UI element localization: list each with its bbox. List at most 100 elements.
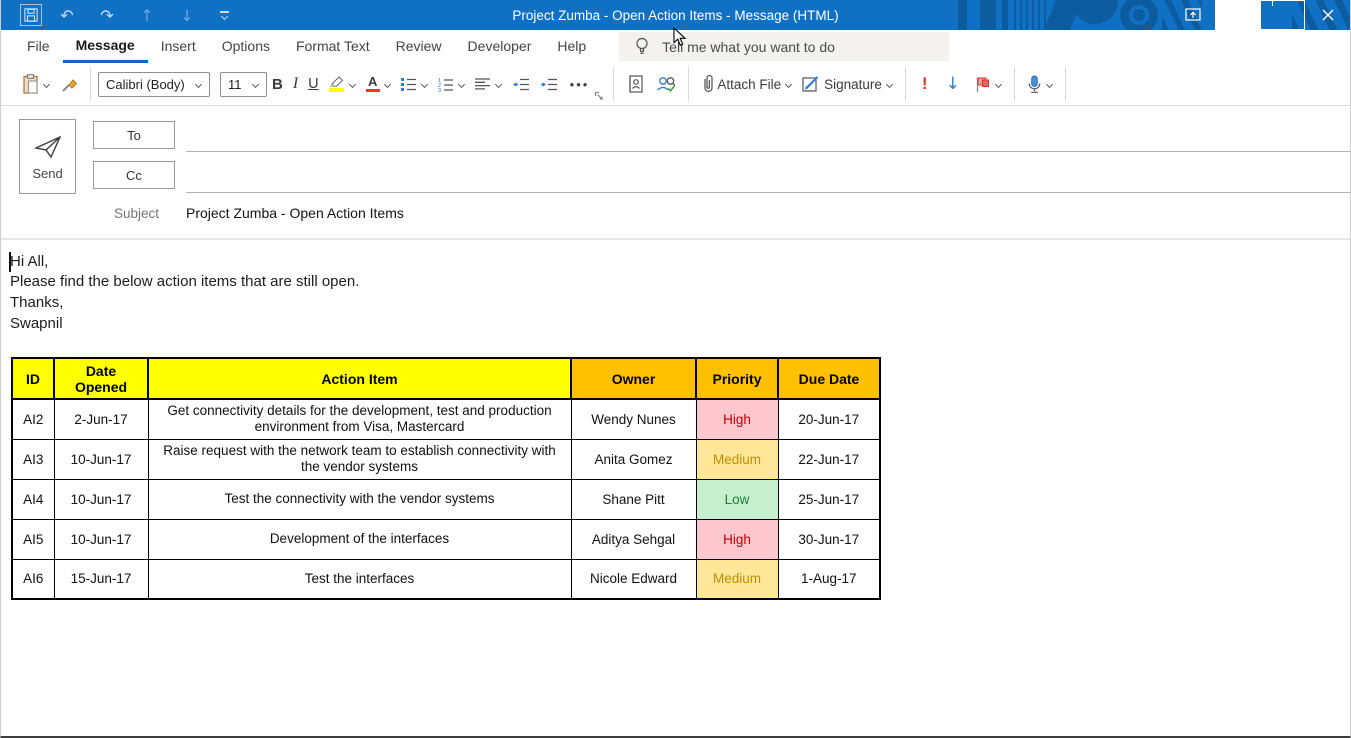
cell-priority: High — [696, 519, 778, 559]
tab-review[interactable]: Review — [383, 30, 455, 63]
tab-message[interactable]: Message — [63, 30, 148, 63]
body-signature: Swapnil — [10, 315, 63, 332]
font-name-select[interactable]: Calibri (Body) — [98, 72, 210, 97]
send-button[interactable]: Send — [19, 119, 76, 194]
tab-help[interactable]: Help — [544, 30, 599, 63]
table-row: AI3 10-Jun-17 Raise request with the net… — [12, 439, 880, 479]
cell-id: AI4 — [12, 479, 54, 519]
undo-icon[interactable]: ↶ — [47, 0, 87, 30]
cell-owner: Anita Gomez — [571, 439, 696, 479]
svg-text:3: 3 — [438, 88, 441, 92]
flag-icon — [974, 76, 991, 93]
underline-button[interactable]: U — [303, 68, 323, 100]
cell-date-opened: 10-Jun-17 — [54, 479, 148, 519]
tab-developer[interactable]: Developer — [455, 30, 545, 63]
paste-button[interactable] — [17, 68, 55, 100]
cell-due-date: 25-Jun-17 — [778, 479, 880, 519]
increase-indent-button[interactable] — [535, 68, 563, 100]
minimize-icon[interactable] — [1215, 0, 1260, 30]
header-owner: Owner — [571, 358, 696, 399]
cell-date-opened: 2-Jun-17 — [54, 399, 148, 439]
ribbon-display-options-icon[interactable] — [1170, 0, 1215, 30]
compose-header: Send To Cc Subject Project Zumba - Open … — [1, 106, 1350, 240]
highlighter-icon — [329, 76, 345, 87]
follow-up-flag-button[interactable] — [969, 68, 1007, 100]
bullet-list-icon — [401, 77, 417, 91]
signature-button[interactable]: Signature — [797, 68, 898, 100]
cell-owner: Shane Pitt — [571, 479, 696, 519]
lightbulb-icon — [635, 37, 649, 56]
address-book-icon — [626, 75, 645, 93]
cell-id: AI2 — [12, 399, 54, 439]
increase-indent-icon — [540, 78, 558, 91]
bold-button[interactable]: B — [267, 68, 288, 100]
header-date-opened: Date Opened — [54, 358, 148, 399]
close-icon[interactable] — [1305, 0, 1350, 30]
save-icon[interactable] — [15, 0, 47, 30]
cell-date-opened: 10-Jun-17 — [54, 439, 148, 479]
cell-action-item: Test the interfaces — [148, 559, 571, 599]
to-field[interactable] — [186, 123, 1350, 152]
to-button[interactable]: To — [93, 121, 175, 149]
tab-options[interactable]: Options — [209, 30, 283, 63]
table-row: AI5 10-Jun-17 Development of the interfa… — [12, 519, 880, 559]
cell-id: AI3 — [12, 439, 54, 479]
numbering-button[interactable]: 123 — [433, 68, 470, 100]
tab-insert[interactable]: Insert — [148, 30, 209, 63]
titlebar: ↶ ↷ ↑ ↓ Project Zumba - Open Action Item… — [1, 0, 1350, 30]
dialog-launcher-icon[interactable] — [594, 91, 604, 101]
table-header-row: ID Date Opened Action Item Owner Priorit… — [12, 358, 880, 399]
decrease-indent-icon — [512, 78, 530, 91]
address-book-button[interactable] — [621, 68, 650, 100]
body-closing: Thanks, Swapnil — [10, 292, 1350, 334]
text-caret — [9, 252, 11, 272]
message-body-editor[interactable]: Hi All, Please find the below action ite… — [1, 240, 1350, 738]
text-highlight-button[interactable] — [324, 68, 361, 100]
align-button[interactable] — [470, 68, 507, 100]
cell-action-item: Development of the interfaces — [148, 519, 571, 559]
header-id: ID — [12, 358, 54, 399]
tab-file[interactable]: File — [14, 30, 63, 63]
cell-priority: Low — [696, 479, 778, 519]
move-down-icon[interactable]: ↓ — [167, 0, 207, 30]
cell-priority: High — [696, 399, 778, 439]
customize-quick-access-icon[interactable] — [207, 0, 241, 30]
dictate-button[interactable] — [1022, 68, 1058, 100]
tab-format-text[interactable]: Format Text — [283, 30, 383, 63]
font-size-select[interactable]: 11 — [220, 72, 267, 97]
subject-label: Subject — [114, 206, 159, 221]
restore-icon[interactable] — [1260, 0, 1305, 30]
body-greeting: Hi All, — [10, 252, 1350, 272]
subject-field[interactable]: Project Zumba - Open Action Items — [186, 205, 404, 221]
italic-button[interactable]: I — [288, 68, 303, 100]
cell-due-date: 22-Jun-17 — [778, 439, 880, 479]
align-left-icon — [475, 78, 491, 90]
bullets-button[interactable] — [396, 68, 433, 100]
paperclip-icon — [701, 74, 713, 94]
header-due-date: Due Date — [778, 358, 880, 399]
cell-priority: Medium — [696, 559, 778, 599]
cc-button[interactable]: Cc — [93, 161, 175, 189]
cell-action-item: Raise request with the network team to e… — [148, 439, 571, 479]
low-importance-button[interactable]: ↓ — [937, 74, 969, 94]
move-up-icon[interactable]: ↑ — [127, 0, 167, 30]
font-color-button[interactable]: A — [361, 68, 396, 100]
check-names-button[interactable] — [650, 68, 681, 100]
table-row: AI6 15-Jun-17 Test the interfaces Nicole… — [12, 559, 880, 599]
attach-file-button[interactable]: Attach File — [696, 68, 797, 100]
ribbon-tab-bar: File Message Insert Options Format Text … — [1, 30, 1350, 63]
clipboard-icon — [22, 74, 39, 94]
cell-owner: Wendy Nunes — [571, 399, 696, 439]
cell-due-date: 30-Jun-17 — [778, 519, 880, 559]
format-painter-button[interactable] — [55, 68, 83, 100]
redo-icon[interactable]: ↷ — [87, 0, 127, 30]
header-action-item: Action Item — [148, 358, 571, 399]
quick-access-toolbar: ↶ ↷ ↑ ↓ — [15, 0, 241, 30]
high-importance-button[interactable]: ! — [913, 74, 937, 94]
body-message: Please find the below action items that … — [10, 272, 1350, 292]
cell-id: AI6 — [12, 559, 54, 599]
cc-field[interactable] — [186, 164, 1350, 193]
tell-me-search[interactable]: Tell me what you want to do — [619, 32, 949, 61]
more-commands-button[interactable]: ••• — [565, 68, 595, 100]
decrease-indent-button[interactable] — [507, 68, 535, 100]
